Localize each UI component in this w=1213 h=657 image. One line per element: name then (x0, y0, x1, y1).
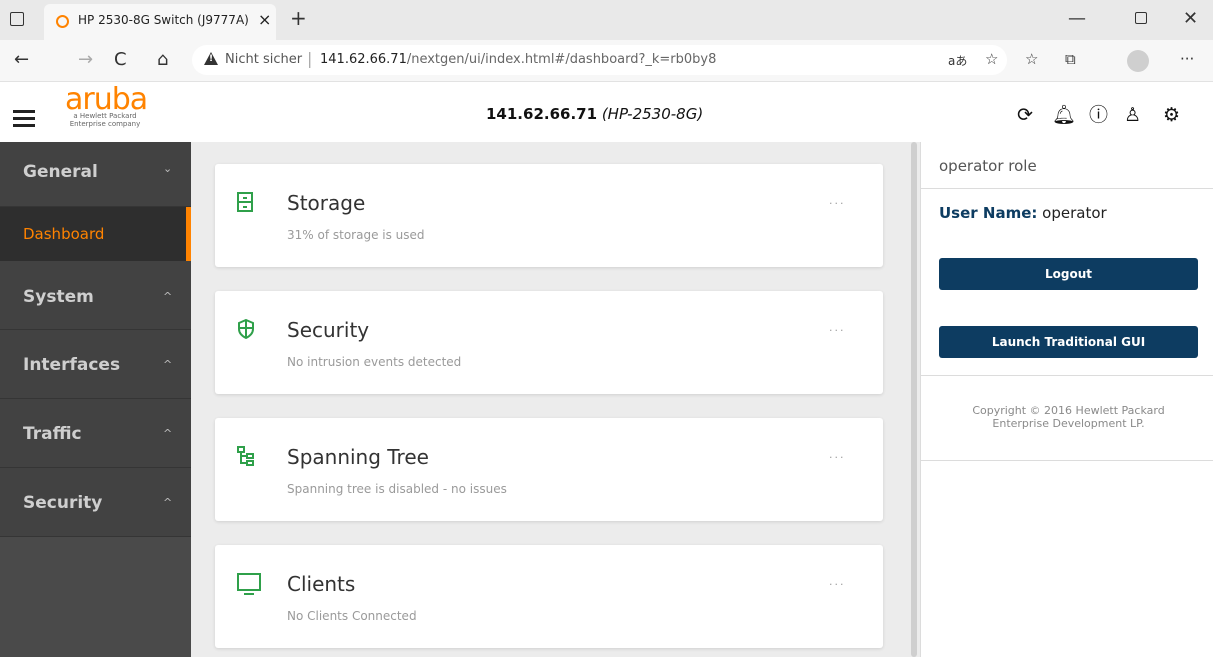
profile-avatar[interactable] (1127, 50, 1149, 72)
window-close-icon[interactable]: ✕ (1183, 8, 1198, 29)
user-panel: operator role User Name: operator Logout… (920, 142, 1213, 657)
sidebar-item-label: System (23, 287, 94, 307)
device-title: 141.62.66.71 (HP-2530-8G) (486, 105, 703, 123)
card-title: Security (287, 318, 370, 342)
sidebar-item-system[interactable]: System ^ (0, 261, 191, 330)
main-scrollbar[interactable] (911, 142, 917, 657)
sidebar-item-dashboard[interactable]: Dashboard (0, 207, 191, 261)
address-toolbar: ← → C ⌂ Nicht sicher | 141.62.66.71/next… (0, 40, 1213, 82)
forward-icon[interactable]: → (78, 49, 93, 70)
settings-more-icon[interactable]: ··· (1180, 50, 1194, 68)
restore-icon[interactable] (1135, 12, 1147, 24)
back-icon[interactable]: ← (14, 49, 29, 70)
logo-wordmark: aruba (65, 82, 148, 117)
gear-icon[interactable]: ⚙ (1163, 105, 1180, 125)
chevron-up-icon: ^ (163, 358, 173, 371)
url-path: /nextgen/ui/index.html#/dashboard?_k=rb0… (406, 52, 717, 67)
storage-card[interactable]: Storage 31% of storage is used ··· (215, 164, 883, 267)
sidebar-item-label: Security (23, 493, 103, 513)
card-subtitle: Spanning tree is disabled - no issues (287, 482, 507, 496)
help-icon[interactable]: ⓘ (1089, 105, 1108, 125)
logo-subtitle: a Hewlett Packard Enterprise company (69, 112, 141, 128)
aruba-logo: aruba a Hewlett Packard Enterprise compa… (62, 82, 152, 129)
sidebar-item-label: General (23, 162, 98, 182)
minimize-icon[interactable]: — (1068, 8, 1086, 29)
card-subtitle: 31% of storage is used (287, 228, 425, 242)
role-label: operator role (939, 157, 1037, 175)
tab-close-icon[interactable]: × (258, 10, 271, 29)
launch-traditional-gui-button[interactable]: Launch Traditional GUI (939, 326, 1198, 358)
divider (921, 460, 1213, 461)
warning-icon (204, 52, 218, 65)
spanning-tree-card[interactable]: Spanning Tree Spanning tree is disabled … (215, 418, 883, 521)
clients-card[interactable]: Clients No Clients Connected ··· (215, 545, 883, 648)
refresh-icon[interactable]: C (114, 49, 127, 70)
sidebar: General ⌄ Dashboard System ^ Interfaces … (0, 142, 191, 657)
card-title: Clients (287, 572, 356, 596)
bell-icon[interactable]: 🔔︎ (1052, 105, 1076, 125)
card-title: Storage (287, 191, 366, 215)
favorite-add-icon[interactable]: ☆ (985, 50, 998, 68)
logout-button[interactable]: Logout (939, 258, 1198, 290)
url-text: 141.62.66.71/nextgen/ui/index.html#/dash… (320, 52, 716, 67)
dashboard-main: Storage 31% of storage is used ··· Secur… (191, 142, 920, 657)
new-tab-icon[interactable]: + (290, 6, 307, 30)
sidebar-item-interfaces[interactable]: Interfaces ^ (0, 330, 191, 399)
user-name-line: User Name: operator (939, 204, 1107, 222)
tab-actions-icon[interactable] (10, 12, 24, 26)
more-options-icon[interactable]: ··· (829, 197, 846, 210)
sidebar-item-label: Dashboard (23, 225, 105, 243)
more-options-icon[interactable]: ··· (829, 451, 846, 464)
read-aloud-icon[interactable]: aあ (948, 52, 967, 69)
device-ip: 141.62.66.71 (486, 105, 598, 123)
more-options-icon[interactable]: ··· (829, 324, 846, 337)
card-subtitle: No Clients Connected (287, 609, 417, 623)
chevron-up-icon: ^ (163, 496, 173, 509)
tab-title: HP 2530-8G Switch (J9777A) (78, 13, 249, 27)
chevron-up-icon: ^ (163, 290, 173, 303)
home-icon[interactable]: ⌂ (157, 49, 168, 70)
sidebar-item-label: Interfaces (23, 355, 121, 375)
sidebar-item-traffic[interactable]: Traffic ^ (0, 399, 191, 468)
url-separator: | (307, 49, 313, 68)
chevron-down-icon: ⌄ (163, 162, 173, 175)
divider (921, 188, 1213, 189)
card-subtitle: No intrusion events detected (287, 355, 462, 369)
shield-icon (237, 318, 255, 342)
monitor-icon (237, 573, 261, 598)
url-host: 141.62.66.71 (320, 52, 407, 67)
app-header: aruba a Hewlett Packard Enterprise compa… (0, 82, 1213, 142)
chevron-up-icon: ^ (163, 427, 173, 440)
tree-icon (237, 446, 255, 469)
security-card[interactable]: Security No intrusion events detected ··… (215, 291, 883, 394)
sidebar-item-security[interactable]: Security ^ (0, 468, 191, 537)
menu-icon[interactable] (13, 110, 35, 127)
browser-tab-bar: HP 2530-8G Switch (J9777A) × + — ✕ (0, 0, 1213, 40)
more-options-icon[interactable]: ··· (829, 578, 846, 591)
favorites-icon[interactable]: ☆ (1025, 50, 1038, 68)
storage-icon (237, 192, 253, 215)
not-secure-label: Nicht sicher (225, 52, 303, 67)
collections-icon[interactable]: ⧉ (1065, 50, 1076, 68)
user-name-value: operator (1042, 204, 1107, 222)
favicon-icon (56, 15, 69, 28)
user-name-label: User Name: (939, 204, 1038, 222)
sidebar-item-label: Traffic (23, 424, 82, 444)
divider (921, 375, 1213, 376)
device-model: (HP-2530-8G) (601, 105, 704, 123)
browser-tab[interactable]: HP 2530-8G Switch (J9777A) × (44, 4, 276, 40)
refresh-icon[interactable]: ⟳ (1017, 105, 1033, 125)
user-icon[interactable]: ♙ (1124, 105, 1141, 125)
address-bar[interactable]: Nicht sicher | 141.62.66.71/nextgen/ui/i… (192, 45, 1007, 75)
card-title: Spanning Tree (287, 445, 429, 469)
copyright-text: Copyright © 2016 Hewlett Packard Enterpr… (972, 404, 1165, 430)
sidebar-item-general[interactable]: General ⌄ (0, 142, 191, 207)
